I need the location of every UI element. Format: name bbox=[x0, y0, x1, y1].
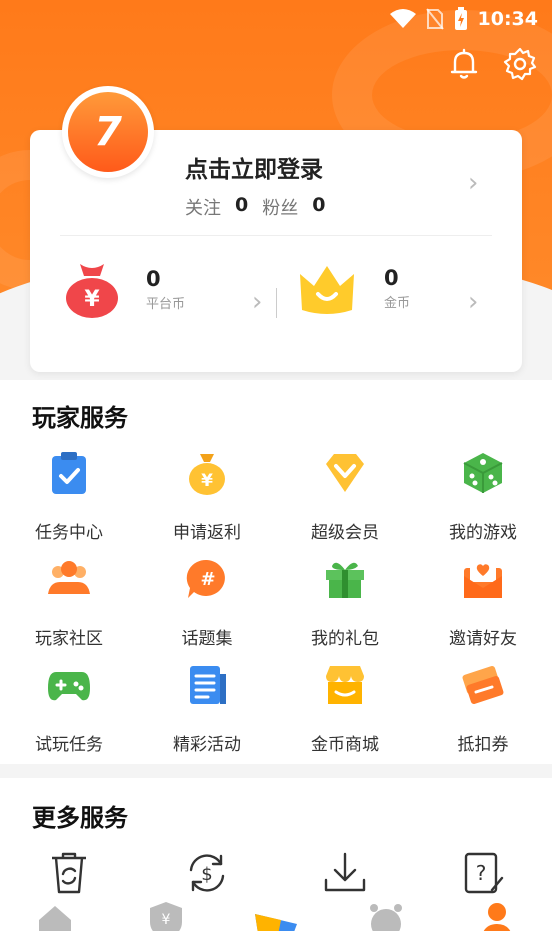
gift-icon bbox=[326, 562, 364, 598]
service-label: 玩家社区 bbox=[35, 629, 103, 649]
player-services-section: 玩家服务 任务中心 ¥ 申请返利 超级会员 我的游戏 玩家社区 # 话题集 我的… bbox=[0, 380, 552, 764]
svg-text:?: ? bbox=[476, 861, 487, 885]
service-label: 任务中心 bbox=[35, 523, 103, 543]
avatar[interactable]: 7 bbox=[62, 86, 154, 178]
tab-home[interactable] bbox=[0, 900, 110, 931]
login-prompt[interactable]: 点击立即登录 bbox=[185, 150, 323, 184]
service-label: 话题集 bbox=[181, 629, 233, 649]
svg-text:$: $ bbox=[201, 864, 212, 885]
hashtag-bubble-icon: # bbox=[186, 559, 225, 598]
battery-charging-icon bbox=[454, 7, 467, 30]
service-super-vip[interactable]: 超级会员 bbox=[276, 450, 414, 556]
home-icon bbox=[39, 906, 72, 931]
service-label: 超级会员 bbox=[311, 523, 379, 543]
recycle-bin-icon bbox=[52, 852, 86, 894]
ticket-icon bbox=[462, 666, 504, 704]
platform-coin-entry[interactable]: ¥ 0 平台币 bbox=[64, 260, 185, 318]
svg-text:#: # bbox=[200, 569, 215, 590]
follow-label[interactable]: 关注 bbox=[185, 194, 221, 220]
service-label: 我的游戏 bbox=[449, 523, 517, 543]
help-document-icon: ? bbox=[464, 852, 504, 894]
service-label: 精彩活动 bbox=[173, 735, 241, 755]
dollar-exchange-icon: $ bbox=[189, 854, 225, 892]
gamepad-icon bbox=[48, 672, 90, 701]
status-bar: 10:34 bbox=[0, 0, 552, 38]
follow-count: 0 bbox=[235, 194, 249, 216]
money-bag-icon: ¥ bbox=[189, 454, 225, 495]
shield-yen-icon: ¥ bbox=[149, 902, 182, 931]
player-services-title: 玩家服务 bbox=[32, 404, 128, 432]
platform-coin-chevron-icon[interactable]: › bbox=[252, 287, 262, 317]
wifi-icon bbox=[389, 9, 416, 28]
tab-game-center[interactable] bbox=[221, 900, 331, 931]
service-coin-mall[interactable]: 金币商城 bbox=[276, 662, 414, 768]
gold-coin-label: 金币 bbox=[384, 295, 411, 311]
service-label: 邀请好友 bbox=[449, 629, 517, 649]
store-icon bbox=[326, 666, 364, 704]
status-time: 10:34 bbox=[477, 8, 538, 30]
service-events[interactable]: 精彩活动 bbox=[138, 662, 276, 768]
diamond-icon bbox=[326, 454, 364, 492]
service-label: 抵扣券 bbox=[457, 735, 509, 755]
platform-coin-label: 平台币 bbox=[146, 296, 186, 312]
more-services-section: 更多服务 $ ? bbox=[0, 778, 552, 908]
service-topics[interactable]: # 话题集 bbox=[138, 556, 276, 662]
service-label: 试玩任务 bbox=[35, 735, 103, 755]
service-apply-rebate[interactable]: ¥ 申请返利 bbox=[138, 450, 276, 556]
gold-coin-entry[interactable]: 0 金币 bbox=[296, 260, 410, 316]
service-my-gift[interactable]: 我的礼包 bbox=[276, 556, 414, 662]
service-vouchers[interactable]: 抵扣券 bbox=[414, 662, 552, 768]
fans-label[interactable]: 粉丝 bbox=[262, 194, 298, 220]
divider bbox=[276, 288, 277, 318]
crown-icon bbox=[300, 266, 354, 314]
money-bag-yen-icon: ¥ bbox=[66, 264, 118, 318]
no-sim-icon bbox=[425, 8, 444, 30]
tab-mine[interactable] bbox=[442, 900, 552, 931]
divider bbox=[60, 235, 492, 236]
service-invite-friends[interactable]: 邀请好友 bbox=[414, 556, 552, 662]
service-task-center[interactable]: 任务中心 bbox=[0, 450, 138, 556]
fans-count: 0 bbox=[312, 194, 326, 216]
clipboard-check-icon bbox=[52, 452, 86, 494]
service-my-games[interactable]: 我的游戏 bbox=[414, 450, 552, 556]
user-icon bbox=[483, 903, 510, 931]
svg-text:¥: ¥ bbox=[201, 471, 213, 491]
profile-chevron-right-icon[interactable]: › bbox=[468, 168, 478, 198]
gold-coin-chevron-icon[interactable]: › bbox=[468, 287, 478, 317]
tab-alarm[interactable] bbox=[331, 900, 441, 931]
more-services-title: 更多服务 bbox=[32, 804, 128, 832]
platform-coin-value: 0 bbox=[146, 266, 161, 291]
service-player-community[interactable]: 玩家社区 bbox=[0, 556, 138, 662]
bottom-tab-bar: ¥ bbox=[0, 900, 552, 931]
bell-icon[interactable] bbox=[446, 46, 482, 82]
settings-gear-icon[interactable] bbox=[502, 46, 538, 82]
alarm-clock-icon bbox=[370, 904, 403, 931]
app-logo-icon: 7 bbox=[94, 109, 122, 155]
service-trial-tasks[interactable]: 试玩任务 bbox=[0, 662, 138, 768]
service-label: 金币商城 bbox=[311, 735, 379, 755]
envelope-heart-icon bbox=[464, 560, 502, 598]
gold-coin-value: 0 bbox=[384, 265, 399, 290]
follow-stats: 关注 0 粉丝 0 bbox=[185, 194, 325, 220]
svg-text:¥: ¥ bbox=[161, 912, 170, 928]
people-icon bbox=[48, 561, 90, 594]
service-label: 申请返利 bbox=[173, 523, 241, 543]
service-label: 我的礼包 bbox=[311, 629, 379, 649]
dice-icon bbox=[463, 453, 503, 493]
game-center-icon bbox=[254, 914, 297, 931]
svg-text:¥: ¥ bbox=[84, 287, 100, 312]
tab-trade[interactable]: ¥ bbox=[110, 900, 220, 931]
news-icon bbox=[190, 666, 226, 704]
download-icon bbox=[324, 852, 366, 892]
